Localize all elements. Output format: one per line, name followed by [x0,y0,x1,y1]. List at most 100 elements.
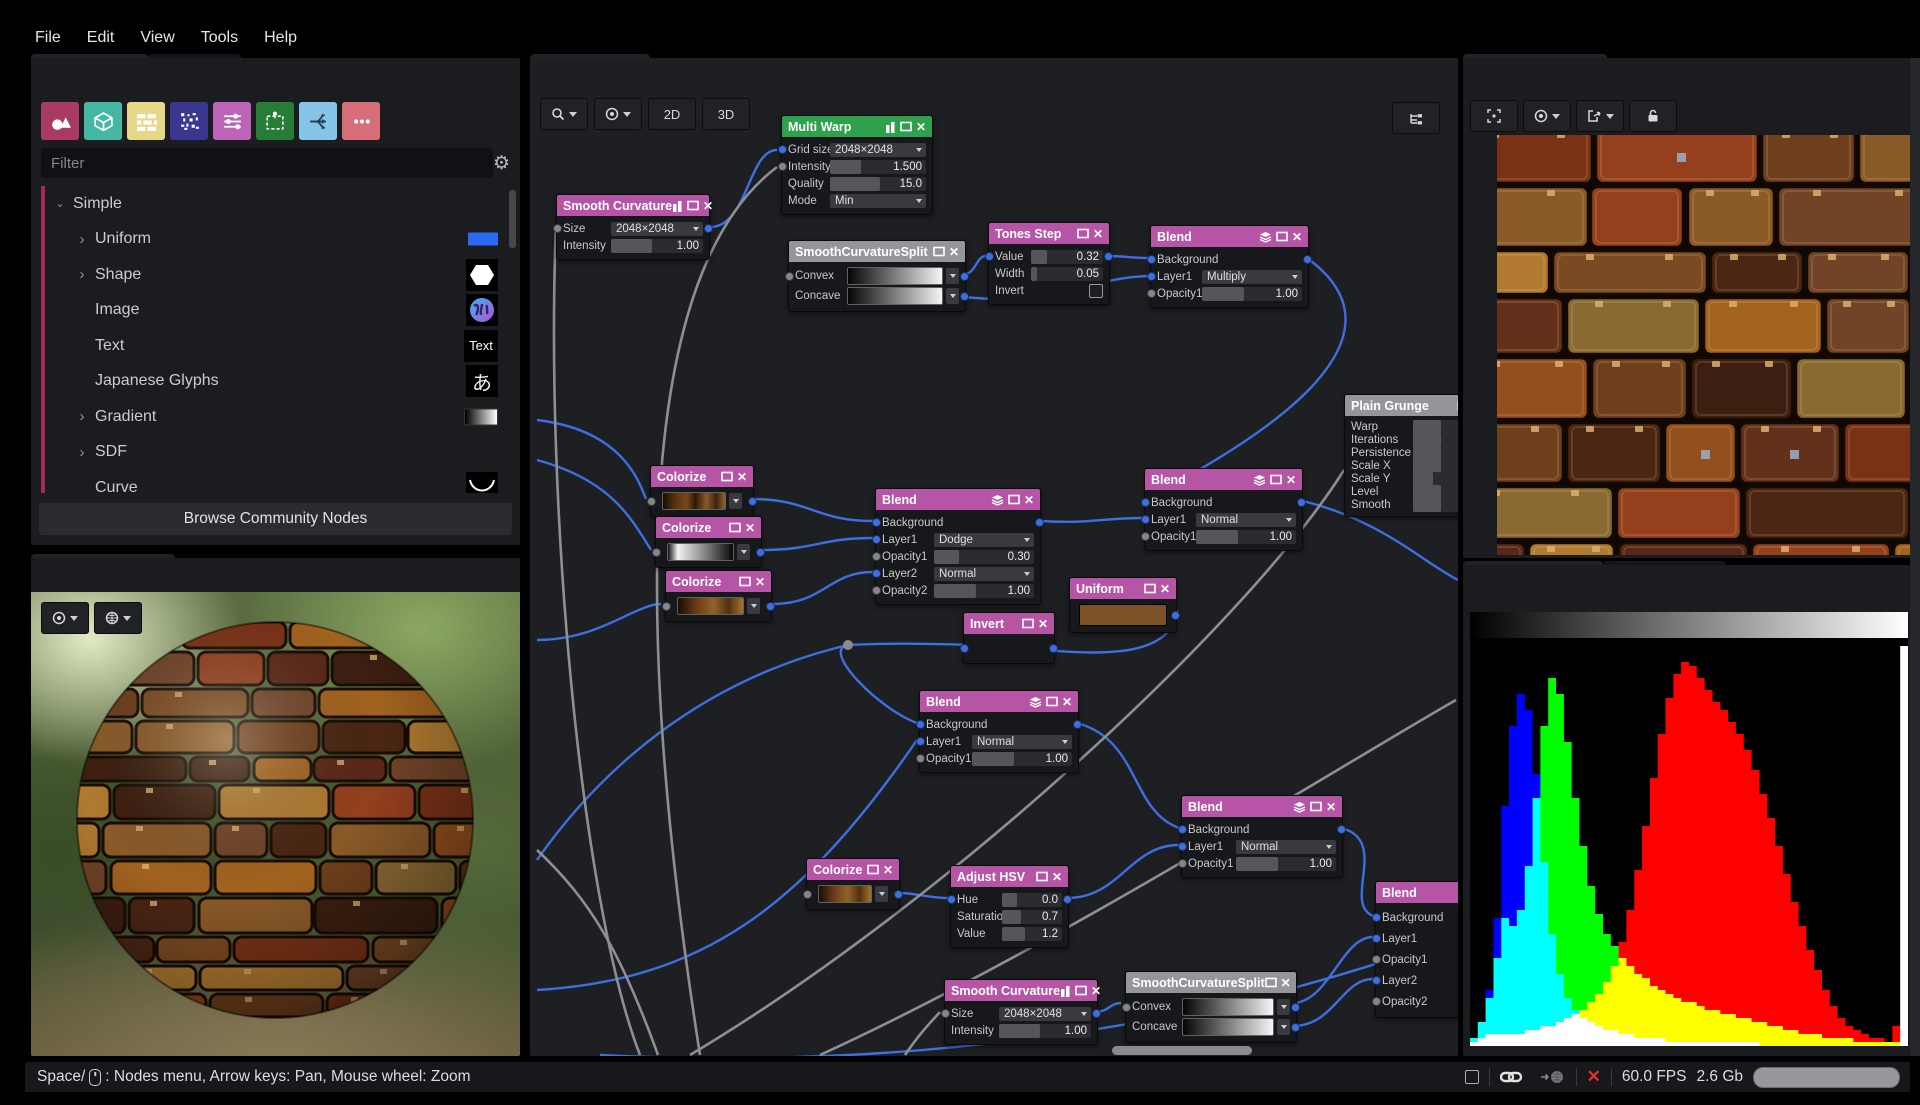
input-port[interactable] [1372,955,1381,964]
gradient-control[interactable] [667,543,750,561]
gradient-bar[interactable] [847,287,943,305]
lock-button[interactable] [1629,100,1677,132]
node-colorize-4[interactable]: Colorize ✕ [803,858,903,910]
param-slider[interactable]: 1.00 [934,583,1034,598]
input-port[interactable] [785,271,794,281]
close-icon[interactable]: ✕ [916,120,926,134]
node-header[interactable]: Colorize ✕ [656,517,761,538]
input-port[interactable] [916,720,925,729]
input-port[interactable] [778,162,787,171]
node-smooth-curvature-1[interactable]: Smooth Curvature ✕ Size 2048×2048 Intensity 1… [553,194,713,260]
gradient-dropdown[interactable] [946,268,959,284]
output-port[interactable] [766,601,775,611]
gradient-control[interactable] [847,267,959,285]
param-slider[interactable]: 0.05 [1031,266,1103,281]
layers-icon[interactable] [1253,474,1266,486]
output-port[interactable] [1063,895,1072,904]
layers-icon[interactable] [991,494,1004,506]
library-item-shape[interactable]: › Shape [47,257,504,293]
chevron-closed-icon[interactable]: › [75,266,89,283]
close-icon[interactable]: ✕ [1160,582,1170,596]
node-smooth-curvature-2[interactable]: Smooth Curvature ✕ Size 2048×2048 Intensity 1… [941,979,1101,1045]
preview-icon[interactable] [867,864,879,875]
library-scrollbar[interactable] [509,190,516,248]
gradient-bar[interactable] [1182,1018,1274,1036]
filter-input[interactable] [41,148,493,178]
param-slider[interactable] [1413,445,1458,460]
input-port[interactable] [985,252,994,261]
fit-view-button[interactable] [1470,100,1518,132]
node-smooth-curvature-split-2[interactable]: SmoothCurvatureSplit ✕ Convex Concave [1122,971,1300,1043]
gradient-dropdown[interactable] [747,598,760,614]
input-port[interactable] [916,737,925,746]
param-slider[interactable]: 1.2 [1002,926,1062,941]
layers-icon[interactable] [1029,696,1042,708]
output-port[interactable] [748,496,757,506]
node-header[interactable]: Blend✕ [1376,882,1458,903]
input-port[interactable] [553,224,562,233]
input-port[interactable] [1372,997,1381,1006]
dice-icon[interactable] [1457,400,1458,412]
node-header[interactable]: Blend✕ [1182,796,1342,817]
browse-community-nodes-button[interactable]: Browse Community Nodes [39,503,512,535]
layers-icon[interactable] [1293,801,1306,813]
node-header[interactable]: Multi Warp ✕ [782,116,932,137]
gradient-control[interactable] [818,885,888,903]
param-dropdown[interactable]: 2048×2048 [830,142,926,157]
library-item-sdf[interactable]: › SDF [47,435,504,471]
gradient-dropdown[interactable] [737,544,750,560]
output-port[interactable] [894,889,903,899]
node-colorize-2[interactable]: Colorize ✕ [652,516,765,568]
param-slider[interactable]: 1.00 [611,238,703,253]
input-port[interactable] [947,895,956,904]
preview-icon[interactable] [1022,618,1034,629]
param-dropdown[interactable]: 2048×2048 [999,1006,1091,1021]
output-port[interactable] [1297,498,1306,507]
param-slider[interactable]: 1.00 [1202,286,1302,301]
param-dropdown[interactable]: 2048×2048 [611,221,703,236]
preview-2d-toggle-button[interactable]: 2D [648,98,696,130]
node-blend-5[interactable]: Blend ✕ Background Layer1 Normal Opacity1 1.00 [1178,795,1346,878]
environment-select-button[interactable] [94,602,142,634]
node-header[interactable]: Adjust HSV ✕ [951,866,1068,887]
input-port[interactable] [941,1009,950,1018]
node-header[interactable]: Blend✕ [1151,226,1308,247]
gradient-bar[interactable] [847,267,943,285]
param-slider[interactable]: 1.00 [999,1023,1091,1038]
output-port[interactable] [960,271,969,281]
right-scrollbar[interactable] [1910,58,1920,1056]
gradient-dropdown[interactable] [729,493,742,509]
gradient-dropdown[interactable] [1277,999,1290,1015]
buffer-icon[interactable] [672,200,683,212]
menu-item-edit[interactable]: Edit [87,29,115,47]
param-slider[interactable]: 0.32 [1031,249,1103,264]
node-header[interactable]: Plain Grunge [1345,395,1458,416]
chevron-closed-icon[interactable]: › [75,444,89,461]
param-dropdown[interactable]: Normal [972,734,1072,749]
close-icon[interactable]: ✕ [1038,617,1048,631]
output-port[interactable] [704,224,713,233]
buffer-icon[interactable] [1060,985,1071,997]
view-options-button[interactable] [594,98,642,130]
library-category-noise[interactable] [170,102,208,140]
view-options-button[interactable] [1523,100,1571,132]
output-port[interactable] [1073,720,1082,729]
buffer-icon[interactable] [885,121,896,133]
node-uniform-1[interactable]: Uniform ✕ [1069,577,1180,633]
input-port[interactable] [872,518,881,527]
gradient-bar[interactable] [677,597,744,615]
param-slider[interactable] [1413,432,1458,447]
texture-preview[interactable] [1433,127,1920,605]
input-port[interactable] [1122,1002,1131,1012]
input-port[interactable] [1372,934,1381,943]
input-port[interactable] [1178,825,1187,834]
node-colorize-1[interactable]: Colorize ✕ [647,465,757,517]
input-port[interactable] [662,601,671,611]
chevron-closed-icon[interactable]: › [75,408,89,425]
output-port[interactable] [1035,518,1044,527]
preview-icon[interactable] [739,576,751,587]
library-category-cube[interactable] [84,102,122,140]
link-icon[interactable] [1499,1070,1530,1084]
node-header[interactable]: Blend✕ [876,489,1040,510]
library-category-pattern[interactable] [256,102,294,140]
